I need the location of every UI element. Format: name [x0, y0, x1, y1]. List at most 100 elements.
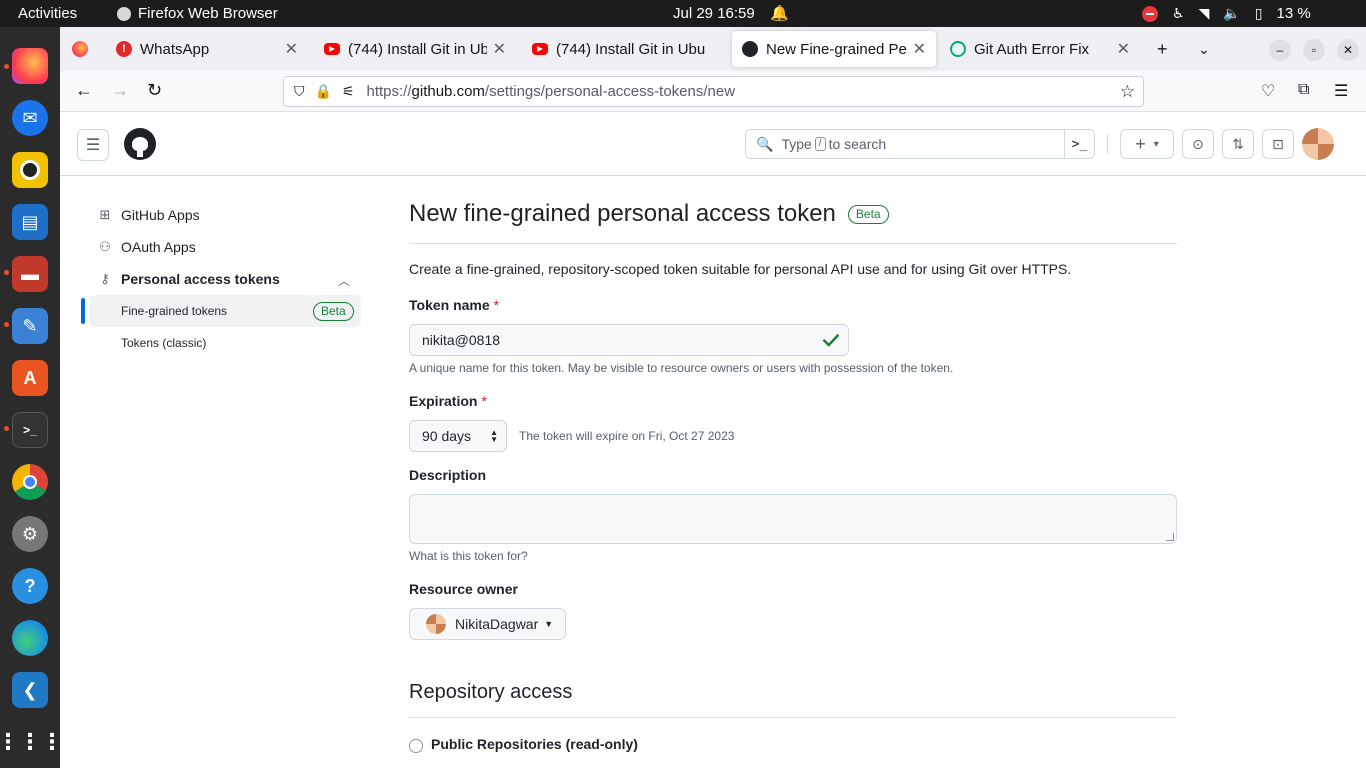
tracking-shield-icon[interactable]: ⛉	[294, 83, 305, 100]
permissions-icon[interactable]: ⚟	[342, 83, 355, 100]
close-tab-icon[interactable]: ✕	[1117, 39, 1130, 59]
pocket-icon[interactable]: ♡	[1261, 81, 1275, 101]
firefox-view-icon[interactable]	[72, 41, 88, 57]
github-menu-button[interactable]: ☰	[77, 129, 109, 161]
expiration-selected-value: 90 days	[422, 428, 472, 444]
token-name-input[interactable]	[409, 324, 849, 356]
expiration-note: The token will expire on Fri, Oct 27 202…	[519, 429, 735, 443]
tab-label: WhatsApp	[140, 40, 210, 58]
issues-button[interactable]: ⊙	[1182, 129, 1214, 159]
url-text[interactable]: https://github.com/settings/personal-acc…	[367, 83, 736, 100]
extensions-icon[interactable]: ⧉	[1298, 81, 1309, 99]
tab-label: New Fine-grained Pers	[766, 40, 907, 58]
close-tab-icon[interactable]: ✕	[913, 39, 926, 59]
public-repos-radio[interactable]	[409, 739, 423, 753]
battery-icon: ▯	[1254, 5, 1263, 21]
page-title-text: New fine-grained personal access token	[409, 200, 836, 227]
sidebar-item-personal-access-tokens[interactable]: ⚷ Personal access tokens	[97, 267, 280, 291]
github-logo-icon[interactable]	[124, 128, 156, 160]
edge-dock-icon[interactable]	[12, 620, 48, 656]
chrome-dock-icon[interactable]	[12, 464, 48, 500]
tab-label: (744) Install Git in Ubu	[348, 40, 487, 58]
show-apps-grid-icon[interactable]: ⋮⋮⋮	[0, 724, 63, 760]
files-dock-icon[interactable]: ▬	[12, 256, 48, 292]
resource-owner-value: NikitaDagwar	[455, 616, 539, 632]
accessibility-icon: ♿	[1172, 5, 1185, 21]
resize-grip-icon[interactable]	[1166, 533, 1174, 541]
thunderbird-dock-icon[interactable]: ✉	[12, 100, 48, 136]
divider	[409, 717, 1177, 718]
public-repos-radio-label[interactable]: Public Repositories (read-only)	[431, 736, 638, 752]
volume-icon: 🔈	[1223, 5, 1241, 21]
sidebar-item-label: GitHub Apps	[121, 207, 200, 223]
token-name-label: Token name *	[409, 297, 499, 313]
sidebar-item-oauth-apps[interactable]: ⚇ OAuth Apps	[97, 235, 196, 259]
tab-chatgpt[interactable]: Git Auth Error Fix ✕	[940, 31, 1140, 67]
activities-button[interactable]: Activities	[18, 0, 77, 27]
close-tab-icon[interactable]: ✕	[285, 39, 298, 59]
hamburger-icon: ☰	[85, 137, 101, 154]
bookmark-star-icon[interactable]: ☆	[1120, 82, 1135, 102]
notification-bell-icon[interactable]: 🔔	[770, 0, 789, 27]
tab-label: (744) Install Git in Ubu	[556, 40, 706, 58]
libreoffice-writer-dock-icon[interactable]: ▤	[12, 204, 48, 240]
help-dock-icon[interactable]: ?	[12, 568, 48, 604]
lock-icon[interactable]: 🔒	[315, 83, 332, 100]
tab-youtube-2[interactable]: (744) Install Git in Ubu	[522, 31, 730, 67]
tab-whatsapp[interactable]: ! WhatsApp ✕	[106, 31, 308, 67]
select-arrows-icon: ▲ ▼	[490, 428, 498, 444]
inbox-button[interactable]: ⊡	[1262, 129, 1294, 159]
pull-requests-button[interactable]: ⇅	[1222, 129, 1254, 159]
url-prefix: https://	[366, 83, 412, 100]
description-textarea[interactable]	[409, 494, 1177, 544]
user-avatar[interactable]	[1302, 128, 1334, 160]
chatgpt-icon	[950, 41, 966, 57]
plus-icon: +	[1135, 133, 1146, 154]
page-title: New fine-grained personal access token B…	[409, 200, 889, 228]
label-text: Expiration	[409, 393, 478, 409]
hamburger-menu-icon[interactable]: ☰	[1334, 81, 1348, 101]
command-palette-icon[interactable]: >_	[1064, 130, 1094, 158]
label-text: Token name	[409, 297, 490, 313]
required-asterisk: *	[481, 393, 487, 409]
rhythmbox-dock-icon[interactable]	[12, 152, 48, 188]
vscode-dock-icon[interactable]: ❮	[12, 672, 48, 708]
terminal-dock-icon[interactable]: >_	[12, 412, 48, 448]
tab-github-token[interactable]: New Fine-grained Pers ✕	[732, 31, 936, 67]
system-tray[interactable]: ♿ ◥ 🔈 ▯ 13 %	[1142, 0, 1311, 27]
resource-owner-dropdown[interactable]: NikitaDagwar ▼	[409, 608, 566, 640]
forward-arrow-icon[interactable]: →	[111, 80, 129, 101]
address-bar[interactable]: ⛉ 🔒 ⚟ https://github.com/settings/person…	[283, 76, 1144, 107]
tab-youtube-1[interactable]: (744) Install Git in Ubu ✕	[314, 31, 516, 67]
new-tab-plus-icon[interactable]: +	[1157, 39, 1168, 60]
close-window-button[interactable]: ✕	[1337, 39, 1359, 61]
back-arrow-icon[interactable]: ←	[75, 80, 93, 101]
settings-dock-icon[interactable]: ⚙	[12, 516, 48, 552]
running-indicator	[4, 270, 9, 275]
issue-circle-icon: ⊙	[1192, 135, 1204, 152]
list-tabs-chevron-icon[interactable]: ⌄	[1198, 41, 1210, 58]
sidebar-item-github-apps[interactable]: ⊞ GitHub Apps	[97, 203, 200, 227]
clock[interactable]: Jul 29 16:59	[673, 0, 755, 27]
software-center-dock-icon[interactable]: A	[12, 360, 48, 396]
chevron-up-icon[interactable]: ︿	[338, 272, 350, 289]
chevron-down-icon: ▾	[1153, 138, 1159, 150]
active-app-menu[interactable]: Firefox Web Browser	[117, 0, 278, 27]
divider	[409, 243, 1177, 244]
maximize-window-button[interactable]: ▫	[1303, 39, 1325, 61]
owner-avatar	[426, 614, 446, 634]
repository-access-heading: Repository access	[409, 681, 573, 703]
create-new-button[interactable]: + ▾	[1120, 129, 1174, 159]
sidebar-item-tokens-classic[interactable]: Tokens (classic)	[90, 327, 361, 359]
firefox-dock-icon[interactable]	[12, 48, 48, 84]
running-indicator	[4, 426, 9, 431]
text-editor-dock-icon[interactable]: ✎	[12, 308, 48, 344]
github-search-input[interactable]: 🔍 Type / to search >_	[745, 129, 1095, 159]
expiration-select[interactable]: 90 days ▲ ▼	[409, 420, 507, 452]
sidebar-item-label: Fine-grained tokens	[121, 304, 228, 318]
reload-icon[interactable]: ↻	[147, 80, 162, 101]
minimize-window-button[interactable]: –	[1269, 39, 1291, 61]
close-tab-icon[interactable]: ✕	[493, 39, 506, 59]
expiration-label: Expiration *	[409, 393, 487, 409]
intro-text: Create a fine-grained, repository-scoped…	[409, 261, 1072, 277]
